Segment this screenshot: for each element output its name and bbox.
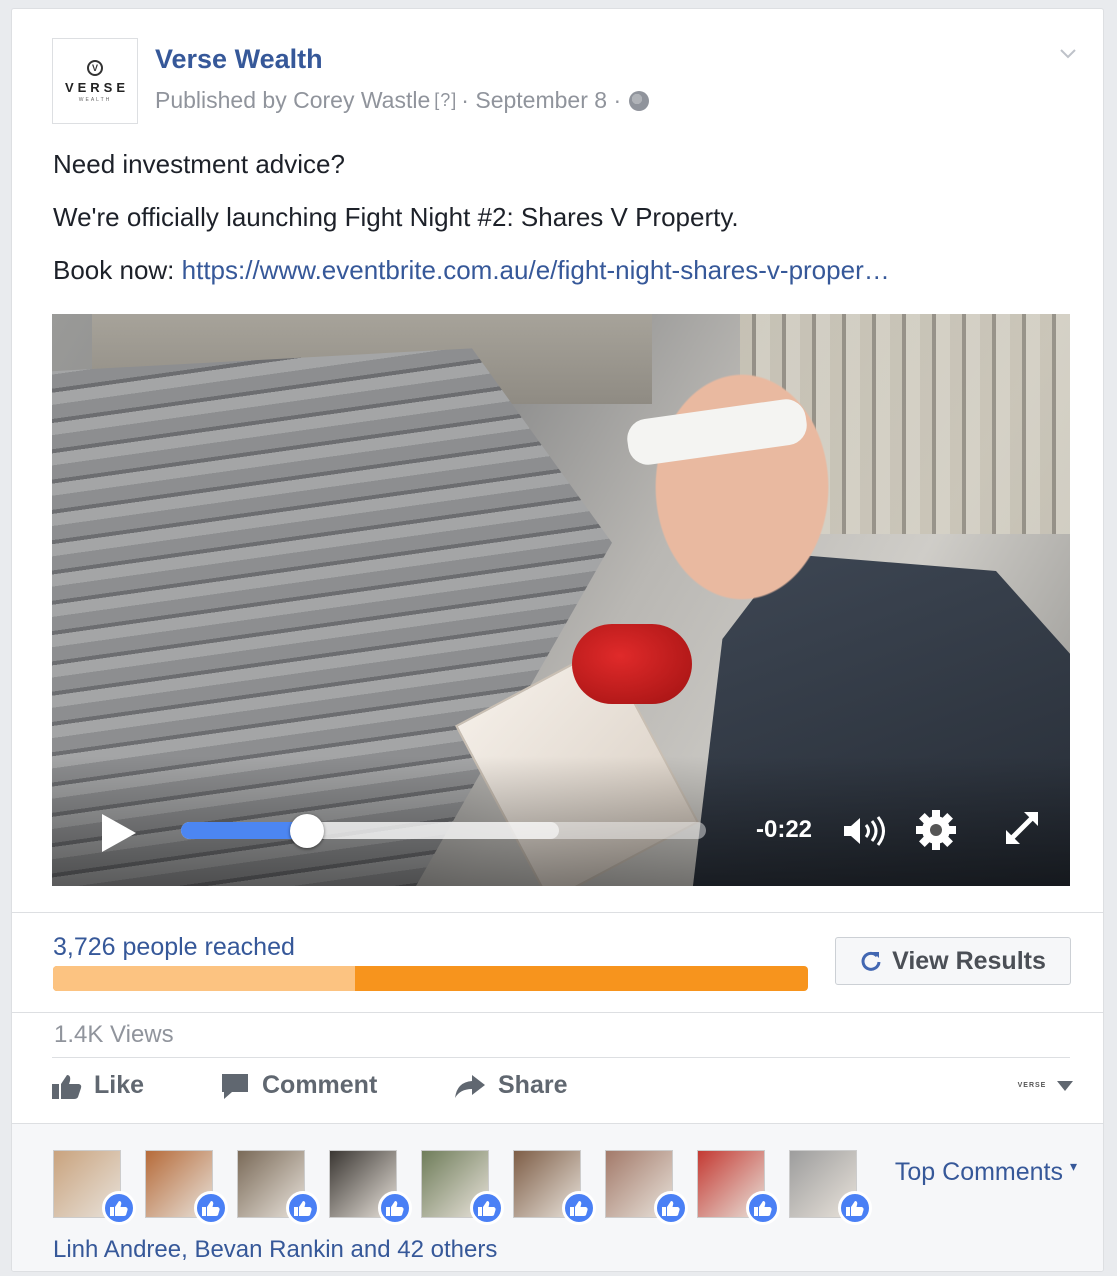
like-reaction-icon: [102, 1191, 136, 1225]
liker-avatar[interactable]: [329, 1150, 412, 1225]
verse-mini-logo-icon: VERSE: [1017, 1082, 1047, 1089]
share-icon: [455, 1074, 485, 1098]
help-link[interactable]: [?]: [434, 90, 457, 111]
liker-avatar[interactable]: [53, 1150, 136, 1225]
liker-avatar[interactable]: [605, 1150, 688, 1225]
verse-logo-icon: V: [87, 59, 103, 76]
likers-summary[interactable]: Linh Andree, Bevan Rankin and 42 others: [53, 1236, 497, 1264]
video-scrubber-handle[interactable]: [290, 814, 324, 848]
reactions-section: Top Comments ▾ Linh Andree, Bevan Rankin…: [12, 1123, 1103, 1271]
like-button[interactable]: Like: [52, 1071, 144, 1100]
published-by[interactable]: Published by Corey Wastle: [155, 87, 430, 114]
liker-avatar[interactable]: [513, 1150, 596, 1225]
divider: [12, 1012, 1103, 1013]
post-meta: Published by Corey Wastle [?] · Septembe…: [155, 87, 650, 114]
reach-bar: [53, 966, 808, 991]
like-reaction-icon: [746, 1191, 780, 1225]
meta-separator: ·: [461, 87, 469, 113]
divider: [52, 1057, 1070, 1058]
like-reaction-icon: [562, 1191, 596, 1225]
liker-avatar[interactable]: [237, 1150, 320, 1225]
view-results-button[interactable]: View Results: [835, 937, 1071, 985]
comment-label: Comment: [262, 1071, 378, 1099]
comment-button[interactable]: Comment: [220, 1071, 377, 1100]
reach-bar-organic: [53, 966, 355, 991]
like-reaction-icon: [378, 1191, 412, 1225]
view-results-label: View Results: [892, 946, 1046, 975]
video-played-bar: [181, 822, 307, 839]
post-line-3: Book now: https://www.eventbrite.com.au/…: [53, 255, 890, 286]
caret-down-icon: [1057, 1081, 1073, 1091]
people-reached[interactable]: 3,726 people reached: [53, 933, 295, 962]
like-reaction-icon: [838, 1191, 872, 1225]
thumbs-up-icon: [52, 1074, 82, 1099]
page-avatar[interactable]: V VERSE WEALTH: [52, 38, 138, 124]
liker-avatar[interactable]: [145, 1150, 228, 1225]
expand-icon[interactable]: [1002, 808, 1042, 848]
caret-down-icon: ▾: [1069, 1158, 1077, 1174]
avatar-subtitle: WEALTH: [78, 96, 112, 103]
book-now-label: Book now:: [53, 255, 182, 285]
like-reaction-icon: [654, 1191, 688, 1225]
liker-avatar[interactable]: [697, 1150, 780, 1225]
page-name-link[interactable]: Verse Wealth: [155, 44, 323, 75]
time-remaining: -0:22: [756, 816, 813, 843]
video-player[interactable]: -0:22: [52, 314, 1070, 886]
avatar-wordmark: VERSE: [64, 79, 130, 95]
post-date[interactable]: September 8: [475, 87, 607, 114]
comment-icon: [222, 1073, 248, 1099]
like-label: Like: [94, 1071, 145, 1099]
view-count: 1.4K Views: [54, 1021, 174, 1048]
share-button[interactable]: Share: [454, 1071, 567, 1100]
like-reaction-icon: [194, 1191, 228, 1225]
top-comments-label: Top Comments: [894, 1158, 1064, 1186]
share-label: Share: [498, 1071, 568, 1099]
meta-separator: ·: [613, 87, 622, 113]
gear-icon[interactable]: [914, 808, 958, 852]
volume-icon[interactable]: [840, 814, 890, 848]
like-reaction-icon: [470, 1191, 504, 1225]
liker-avatar[interactable]: [421, 1150, 504, 1225]
post-line-2: We're officially launching Fight Night #…: [53, 202, 739, 232]
post-line-1: Need investment advice?: [53, 149, 345, 179]
divider: [12, 912, 1103, 913]
like-reaction-icon: [286, 1191, 320, 1225]
event-link[interactable]: https://www.eventbrite.com.au/e/fight-ni…: [182, 255, 890, 285]
video-scene-glove: [572, 624, 692, 704]
chevron-down-icon[interactable]: [1059, 45, 1077, 63]
page-identity-chooser[interactable]: VERSE: [1015, 1075, 1073, 1097]
refresh-icon: [861, 951, 881, 971]
post-card: V VERSE WEALTH Verse Wealth Published by…: [11, 8, 1104, 1272]
globe-icon: [629, 90, 650, 111]
top-comments-dropdown[interactable]: Top Comments ▾: [895, 1158, 1077, 1187]
play-icon[interactable]: [102, 814, 136, 852]
video-scene-face: [632, 344, 832, 604]
liker-avatar[interactable]: [789, 1150, 872, 1225]
